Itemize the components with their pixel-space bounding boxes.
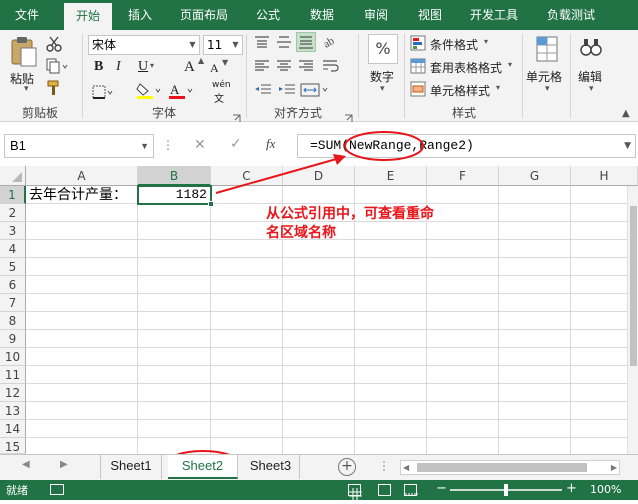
page-break-view-icon[interactable]	[404, 484, 418, 496]
add-sheet-icon[interactable]: +	[338, 458, 356, 476]
scrollbar-thumb[interactable]	[417, 463, 587, 472]
grip-icon: ⋮	[378, 459, 390, 473]
normal-view-icon[interactable]	[348, 484, 362, 500]
formula-highlight-ellipse	[344, 131, 424, 161]
scroll-sheets-left-icon[interactable]: ◀	[22, 459, 30, 470]
status-bar: 就绪 − + 100%	[0, 480, 638, 500]
zoom-slider[interactable]	[450, 484, 562, 496]
annotation-overlay	[164, 131, 424, 480]
scroll-left-icon[interactable]: ◀	[403, 461, 409, 474]
zoom-slider-thumb[interactable]	[504, 484, 508, 496]
scroll-right-icon[interactable]: ▶	[611, 461, 617, 474]
scroll-sheets-right-icon[interactable]: ▶	[60, 459, 68, 470]
sheet-tab-sheet1[interactable]: Sheet1	[100, 455, 162, 479]
annotation-arrow	[215, 157, 341, 194]
macro-record-icon[interactable]	[50, 484, 64, 495]
sheet-tab-bar: ◀ ▶ Sheet1 Sheet2 Sheet3 + ⋮ ◀ ▶	[0, 454, 638, 480]
page-layout-view-icon[interactable]	[378, 484, 391, 496]
zoom-out-icon[interactable]: −	[436, 481, 447, 496]
zoom-in-icon[interactable]: +	[566, 481, 577, 496]
sheet-tab-sheet2[interactable]: Sheet2	[168, 455, 238, 479]
sheet-tab-sheet3[interactable]: Sheet3	[242, 455, 300, 479]
zoom-level[interactable]: 100%	[590, 483, 621, 496]
horizontal-scrollbar[interactable]: ◀ ▶	[400, 460, 620, 475]
status-ready: 就绪	[6, 484, 28, 497]
